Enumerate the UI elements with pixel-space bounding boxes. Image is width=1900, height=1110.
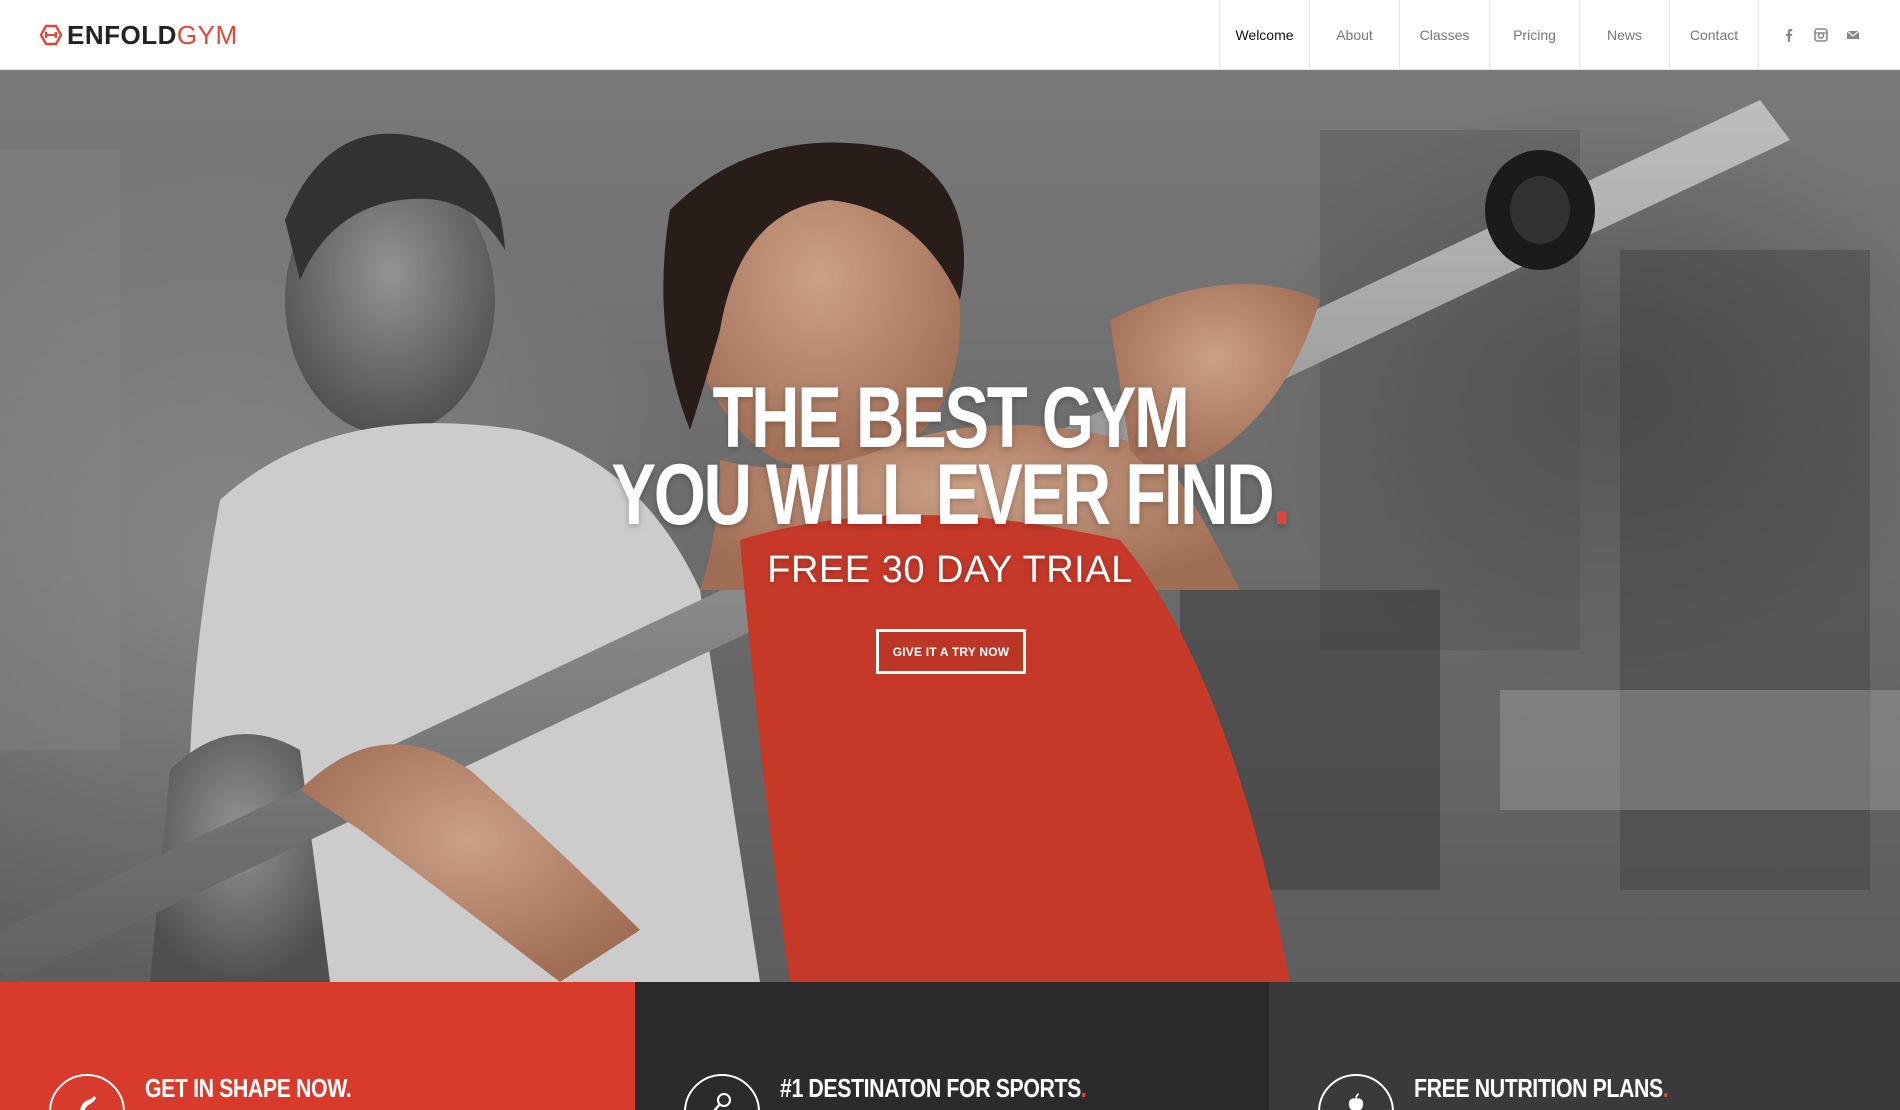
feature-get-in-shape: GET IN SHAPE NOW. (0, 982, 635, 1110)
feature-nutrition-plans: FREE NUTRITION PLANS. (1269, 982, 1900, 1110)
free-trial-cta-button[interactable]: GIVE IT A TRY NOW (876, 629, 1026, 674)
features-strip: GET IN SHAPE NOW. #1 DESTINATON FOR SPOR… (0, 982, 1900, 1110)
nav-item-label: Contact (1689, 27, 1739, 43)
nav-item-label: Classes (1419, 27, 1470, 43)
logo-text-primary: ENFOLD (67, 20, 177, 50)
feature-title-dot: . (1662, 1073, 1669, 1103)
logo-text-secondary: GYM (176, 20, 238, 50)
feature-title-text: #1 DESTINATON FOR SPORTS (780, 1073, 1081, 1103)
nav-item-about[interactable]: About (1309, 0, 1399, 70)
feature-title: #1 DESTINATON FOR SPORTS. (780, 1073, 1087, 1104)
site-header: ENFOLDGYM Welcome About Classes Pricing … (0, 0, 1900, 70)
nav-item-news[interactable]: News (1579, 0, 1669, 70)
main-nav: Welcome About Classes Pricing News Conta… (1219, 0, 1759, 70)
hero-section: THE BEST GYM YOU WILL EVER FIND. FREE 30… (0, 70, 1900, 982)
nav-item-label: News (1606, 27, 1642, 43)
feature-title-dot: . (1080, 1073, 1087, 1103)
nav-item-pricing[interactable]: Pricing (1489, 0, 1579, 70)
feature-icon-circle (49, 1074, 125, 1110)
nav-item-contact[interactable]: Contact (1669, 0, 1759, 70)
feature-title-text: GET IN SHAPE NOW (145, 1073, 346, 1103)
hero-subtitle: FREE 30 DAY TRIAL (767, 549, 1133, 591)
nav-item-label: About (1336, 27, 1373, 43)
nav-item-classes[interactable]: Classes (1399, 0, 1489, 70)
feature-title: FREE NUTRITION PLANS. (1414, 1073, 1669, 1104)
nav-item-welcome[interactable]: Welcome (1219, 0, 1309, 70)
hero-title-accent-dot: . (1272, 447, 1291, 543)
nav-item-label: Welcome (1235, 27, 1294, 43)
hero-content: THE BEST GYM YOU WILL EVER FIND. FREE 30… (0, 70, 1900, 982)
feature-title: GET IN SHAPE NOW. (145, 1073, 352, 1104)
feature-title-dot: . (345, 1073, 352, 1103)
mail-icon[interactable] (1846, 28, 1860, 42)
feature-icon-circle (1318, 1074, 1394, 1110)
dumbbell-hexagon-icon (39, 24, 63, 46)
site-logo[interactable]: ENFOLDGYM (39, 19, 238, 51)
arm-icon (80, 1096, 96, 1110)
instagram-icon[interactable] (1814, 28, 1828, 42)
feature-destination-sports: #1 DESTINATON FOR SPORTS. (635, 982, 1269, 1110)
nav-item-label: Pricing (1513, 27, 1556, 43)
apple-icon (1348, 1093, 1364, 1110)
hero-title-text-2: YOU WILL EVER FIND (611, 447, 1274, 543)
facebook-icon[interactable] (1782, 28, 1796, 42)
feature-icon-circle (684, 1074, 760, 1110)
feature-title-text: FREE NUTRITION PLANS (1414, 1073, 1663, 1103)
social-links (1782, 0, 1860, 70)
tennis-racket-icon (713, 1093, 731, 1110)
hero-title-line-2: YOU WILL EVER FIND. (209, 450, 1691, 540)
